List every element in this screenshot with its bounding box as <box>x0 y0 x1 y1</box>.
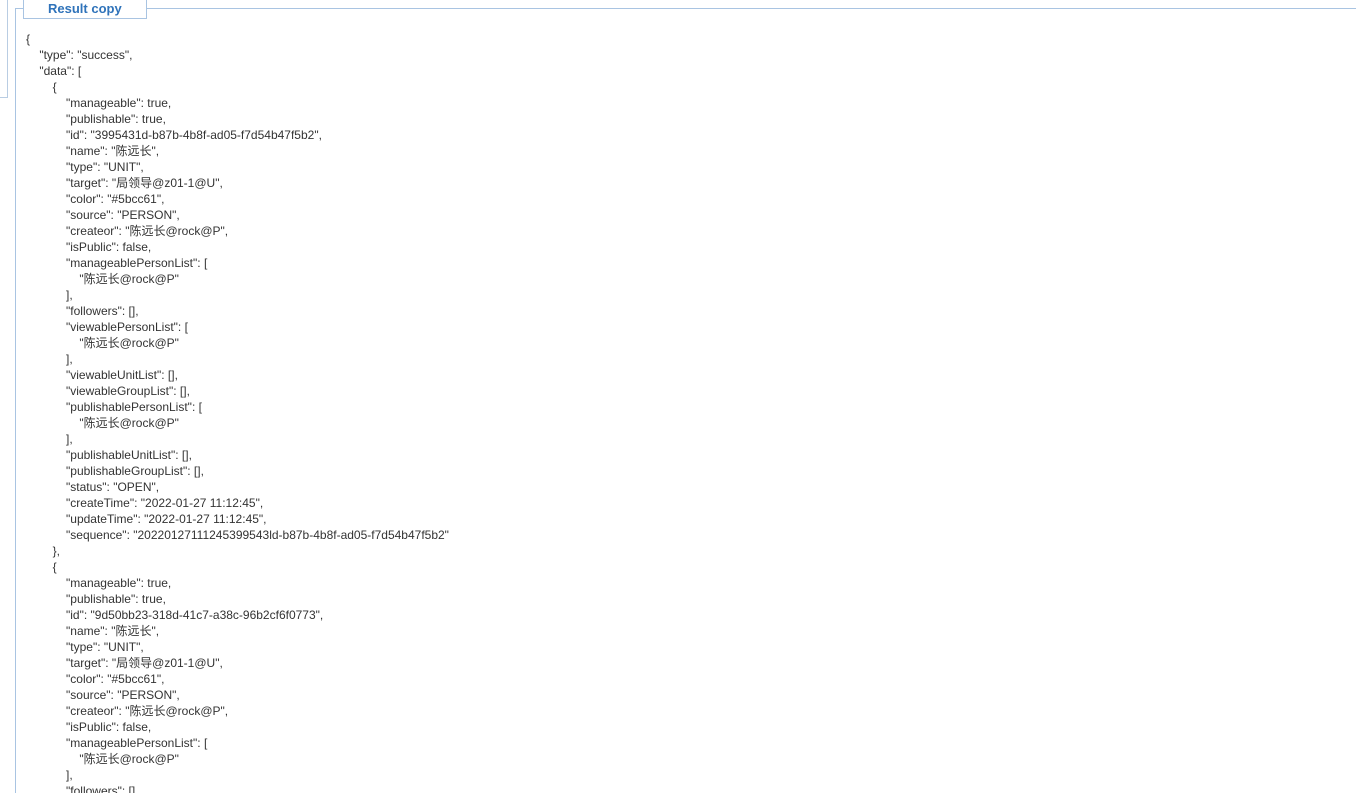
json-line: ], <box>26 768 73 782</box>
json-line: "followers": [], <box>26 304 139 318</box>
json-line: "publishable": true, <box>26 592 166 606</box>
json-line: "viewablePersonList": [ <box>26 320 188 334</box>
json-line: "data": [ <box>26 64 82 78</box>
json-line: "manageablePersonList": [ <box>26 736 208 750</box>
json-line: "陈远长@rock@P" <box>26 752 179 766</box>
json-line: "type": "UNIT", <box>26 640 144 654</box>
json-line: "陈远长@rock@P" <box>26 272 179 286</box>
json-line: "陈远长@rock@P" <box>26 416 179 430</box>
json-line: "type": "UNIT", <box>26 160 144 174</box>
json-line: "createTime": "2022-01-27 11:12:45", <box>26 496 264 510</box>
json-line: "id": "3995431d-b87b-4b8f-ad05-f7d54b47f… <box>26 128 322 142</box>
json-line: "target": "局领导@z01-1@U", <box>26 176 223 190</box>
json-line: }, <box>26 544 61 558</box>
json-line: "publishable": true, <box>26 112 166 126</box>
json-line: "viewableGroupList": [], <box>26 384 190 398</box>
json-line: ], <box>26 352 73 366</box>
json-line: "publishableUnitList": [], <box>26 448 192 462</box>
json-line: "isPublic": false, <box>26 720 152 734</box>
json-line: "manageablePersonList": [ <box>26 256 208 270</box>
json-line: { <box>26 80 57 94</box>
json-line: "createor": "陈远长@rock@P", <box>26 704 229 718</box>
json-line: "陈远长@rock@P" <box>26 336 179 350</box>
json-line: "target": "局领导@z01-1@U", <box>26 656 223 670</box>
left-panel-edge <box>0 0 8 98</box>
json-line: "id": "9d50bb23-318d-41c7-a38c-96b2cf6f0… <box>26 608 324 622</box>
json-line: "source": "PERSON", <box>26 208 180 222</box>
json-line: { <box>26 32 31 46</box>
result-copy-title: Result copy <box>23 0 147 19</box>
json-line: "status": "OPEN", <box>26 480 160 494</box>
json-line: ], <box>26 288 73 302</box>
json-result-text[interactable]: { "type": "success", "data": [ { "manage… <box>26 31 449 793</box>
json-line: "publishablePersonList": [ <box>26 400 202 414</box>
json-line: { <box>26 560 57 574</box>
json-line: "manageable": true, <box>26 96 172 110</box>
json-line: "manageable": true, <box>26 576 172 590</box>
json-line: "sequence": "20220127111245399543ld-b87b… <box>26 528 449 542</box>
json-line: ], <box>26 432 73 446</box>
json-line: "type": "success", <box>26 48 133 62</box>
json-line: "createor": "陈远长@rock@P", <box>26 224 229 238</box>
json-line: "viewableUnitList": [], <box>26 368 178 382</box>
json-line: "followers": [], <box>26 784 139 793</box>
json-line: "source": "PERSON", <box>26 688 180 702</box>
json-line: "name": "陈远长", <box>26 144 160 158</box>
json-line: "name": "陈远长", <box>26 624 160 638</box>
json-line: "updateTime": "2022-01-27 11:12:45", <box>26 512 267 526</box>
result-copy-page: Result copy { "type": "success", "data":… <box>0 0 1356 793</box>
json-line: "color": "#5bcc61", <box>26 192 165 206</box>
json-line: "color": "#5bcc61", <box>26 672 165 686</box>
json-line: "isPublic": false, <box>26 240 152 254</box>
json-line: "publishableGroupList": [], <box>26 464 204 478</box>
